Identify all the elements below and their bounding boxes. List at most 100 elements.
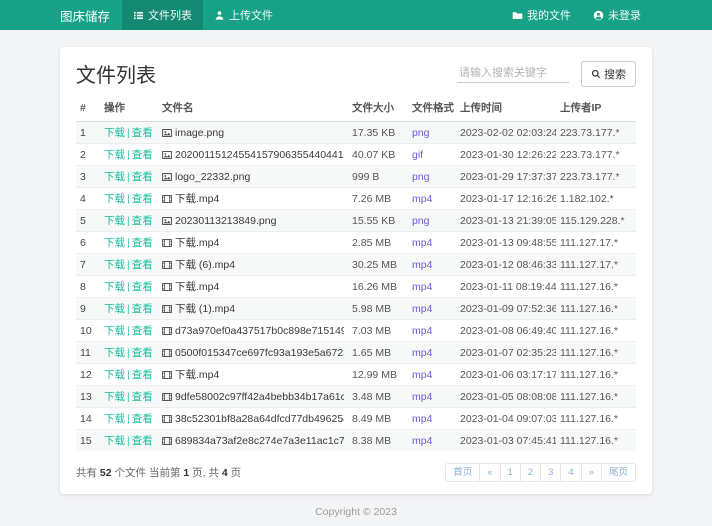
copyright-text: Copyright © 2023 bbox=[0, 494, 712, 526]
table-row: 3下载|查看logo_22332.png999 Bpng2023-01-29 1… bbox=[76, 166, 636, 188]
download-link[interactable]: 下载 bbox=[104, 127, 125, 139]
download-link[interactable]: 下载 bbox=[104, 149, 125, 161]
download-link[interactable]: 下载 bbox=[104, 237, 125, 249]
view-link[interactable]: 查看 bbox=[132, 303, 153, 315]
row-index: 2 bbox=[76, 144, 100, 166]
uploader-ip: 111.127.16.* bbox=[556, 364, 636, 386]
format-link[interactable]: mp4 bbox=[412, 391, 432, 403]
download-link[interactable]: 下载 bbox=[104, 215, 125, 227]
nav-item-label: 文件列表 bbox=[148, 7, 192, 23]
action-separator: | bbox=[127, 391, 130, 403]
nav-item-file-list[interactable]: 文件列表 bbox=[122, 0, 203, 30]
format-link[interactable]: gif bbox=[412, 149, 423, 161]
format-link[interactable]: mp4 bbox=[412, 435, 432, 447]
column-header: 文件格式 bbox=[408, 96, 456, 122]
format-link[interactable]: mp4 bbox=[412, 259, 432, 271]
row-index: 8 bbox=[76, 276, 100, 298]
file-list-card: 文件列表 搜索 #操作文件名文件大小文件格式上传时间上传者IP 1下载|查看im… bbox=[60, 47, 652, 494]
download-link[interactable]: 下载 bbox=[104, 347, 125, 359]
format-link[interactable]: png bbox=[412, 215, 430, 227]
pagination-page-1[interactable]: 1 bbox=[500, 463, 521, 482]
format-link[interactable]: png bbox=[412, 127, 430, 139]
file-format-cell: mp4 bbox=[408, 232, 456, 254]
format-link[interactable]: mp4 bbox=[412, 193, 432, 205]
view-link[interactable]: 查看 bbox=[132, 259, 153, 271]
column-header: 上传时间 bbox=[456, 96, 556, 122]
format-link[interactable]: mp4 bbox=[412, 413, 432, 425]
row-actions: 下载|查看 bbox=[100, 320, 158, 342]
download-link[interactable]: 下载 bbox=[104, 281, 125, 293]
row-actions: 下载|查看 bbox=[100, 276, 158, 298]
file-name: d73a970ef0a437517b0c898e71514997-2023-01… bbox=[175, 325, 344, 337]
row-index: 3 bbox=[76, 166, 100, 188]
row-actions: 下载|查看 bbox=[100, 364, 158, 386]
person-circle-icon bbox=[593, 10, 604, 21]
file-size: 7.26 MB bbox=[348, 188, 408, 210]
file-size: 30.25 MB bbox=[348, 254, 408, 276]
format-link[interactable]: mp4 bbox=[412, 369, 432, 381]
file-table: #操作文件名文件大小文件格式上传时间上传者IP 1下载|查看image.png1… bbox=[76, 96, 636, 451]
table-row: 2下载|查看20200115124554157906355440441.gif4… bbox=[76, 144, 636, 166]
file-name-cell: d73a970ef0a437517b0c898e71514997-2023-01… bbox=[158, 320, 348, 342]
view-link[interactable]: 查看 bbox=[132, 149, 153, 161]
file-format-cell: mp4 bbox=[408, 386, 456, 408]
row-actions: 下载|查看 bbox=[100, 298, 158, 320]
search-input[interactable] bbox=[457, 64, 569, 83]
upload-time: 2023-02-02 02:03:24 bbox=[456, 122, 556, 144]
file-name-cell: 20200115124554157906355440441.gif bbox=[158, 144, 348, 166]
download-link[interactable]: 下载 bbox=[104, 193, 125, 205]
download-link[interactable]: 下载 bbox=[104, 435, 125, 447]
action-separator: | bbox=[127, 259, 130, 271]
view-link[interactable]: 查看 bbox=[132, 237, 153, 249]
view-link[interactable]: 查看 bbox=[132, 347, 153, 359]
download-link[interactable]: 下载 bbox=[104, 325, 125, 337]
download-link[interactable]: 下载 bbox=[104, 391, 125, 403]
upload-time: 2023-01-29 17:37:37 bbox=[456, 166, 556, 188]
view-link[interactable]: 查看 bbox=[132, 435, 153, 447]
pagination-page-4[interactable]: 4 bbox=[560, 463, 581, 482]
uploader-ip: 111.127.16.* bbox=[556, 408, 636, 430]
view-link[interactable]: 查看 bbox=[132, 413, 153, 425]
nav-item-login-status[interactable]: 未登录 bbox=[582, 0, 652, 30]
search-button[interactable]: 搜索 bbox=[581, 61, 636, 87]
format-link[interactable]: mp4 bbox=[412, 347, 432, 359]
row-index: 15 bbox=[76, 430, 100, 452]
row-actions: 下载|查看 bbox=[100, 342, 158, 364]
file-name-cell: 下载 (1).mp4 bbox=[158, 298, 348, 320]
nav-item-my-files[interactable]: 我的文件 bbox=[501, 0, 582, 30]
pagination-next[interactable]: » bbox=[581, 463, 602, 482]
format-link[interactable]: mp4 bbox=[412, 303, 432, 315]
view-link[interactable]: 查看 bbox=[132, 369, 153, 381]
file-name-cell: logo_22332.png bbox=[158, 166, 348, 188]
row-actions: 下载|查看 bbox=[100, 232, 158, 254]
view-link[interactable]: 查看 bbox=[132, 215, 153, 227]
download-link[interactable]: 下载 bbox=[104, 369, 125, 381]
view-link[interactable]: 查看 bbox=[132, 193, 153, 205]
pagination-page-2[interactable]: 2 bbox=[520, 463, 541, 482]
view-link[interactable]: 查看 bbox=[132, 127, 153, 139]
pagination-page-3[interactable]: 3 bbox=[540, 463, 561, 482]
format-link[interactable]: mp4 bbox=[412, 281, 432, 293]
download-link[interactable]: 下载 bbox=[104, 171, 125, 183]
row-actions: 下载|查看 bbox=[100, 166, 158, 188]
pagination-last[interactable]: 尾页 bbox=[601, 463, 636, 482]
view-link[interactable]: 查看 bbox=[132, 171, 153, 183]
nav-item-upload[interactable]: 上传文件 bbox=[203, 0, 284, 30]
download-link[interactable]: 下载 bbox=[104, 303, 125, 315]
format-link[interactable]: mp4 bbox=[412, 237, 432, 249]
pagination-prev[interactable]: « bbox=[479, 463, 500, 482]
file-format-cell: mp4 bbox=[408, 298, 456, 320]
file-name-cell: 9dfe58002c97ff42a4bebb34b17a61cc-2023-01… bbox=[158, 386, 348, 408]
table-row: 6下载|查看下载.mp42.85 MBmp42023-01-13 09:48:5… bbox=[76, 232, 636, 254]
view-link[interactable]: 查看 bbox=[132, 281, 153, 293]
format-link[interactable]: mp4 bbox=[412, 325, 432, 337]
download-link[interactable]: 下载 bbox=[104, 259, 125, 271]
brand[interactable]: 图床储存 bbox=[60, 6, 110, 25]
format-link[interactable]: png bbox=[412, 171, 430, 183]
nav-item-label: 未登录 bbox=[608, 7, 641, 23]
film-icon bbox=[162, 326, 172, 336]
download-link[interactable]: 下载 bbox=[104, 413, 125, 425]
view-link[interactable]: 查看 bbox=[132, 325, 153, 337]
view-link[interactable]: 查看 bbox=[132, 391, 153, 403]
pagination-first[interactable]: 首页 bbox=[445, 463, 480, 482]
